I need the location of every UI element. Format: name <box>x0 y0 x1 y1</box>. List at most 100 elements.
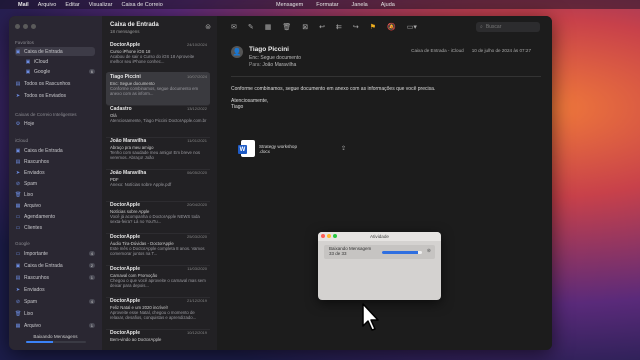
message-date: 25/03/2020 <box>186 234 207 239</box>
sidebar-item-icloud-rascunhos[interactable]: ▤ Rascunhos <box>15 157 95 166</box>
forward-icon[interactable]: ↪ <box>353 23 359 31</box>
list-item[interactable]: DoctorApple 20/04/2020 Notícias sobre Appl… <box>106 200 210 234</box>
junk-icon[interactable]: ⊠ <box>302 23 308 31</box>
minimize-window-button[interactable] <box>23 24 28 29</box>
message-preview: Tenho com saudade meu amigo! Em breve no… <box>110 150 201 160</box>
reply-all-icon[interactable]: ⇇ <box>336 23 342 31</box>
attachment[interactable]: W Strategy workshop .docx ⇪ <box>238 140 346 157</box>
spam-icon: ⊘ <box>15 180 21 187</box>
sidebar-item-hoje[interactable]: ⚙ Hoje <box>15 119 95 128</box>
archive-icon: ▦ <box>15 322 21 329</box>
menubar: Mail Arquivo Editar Visualizar Caixa de … <box>0 0 640 9</box>
zoom-window-button[interactable] <box>333 234 337 238</box>
move-folder-icon[interactable]: ▭▾ <box>407 23 417 31</box>
unread-count-badge: 4 <box>88 299 95 304</box>
unread-count-badge: 4 <box>88 251 95 256</box>
message-date: 06/05/2020 <box>186 170 207 175</box>
sidebar-item-icloud-clientes[interactable]: ▭ Clientes <box>15 223 95 232</box>
section-caixas-inteligentes: Caixas de Correio Inteligentes <box>15 112 77 117</box>
message-preview: Chegou o que você aproveite o carnaval m… <box>110 278 206 288</box>
list-item[interactable]: João Maravilha 06/05/2020 PDF Anexo: Notíci… <box>106 168 210 202</box>
message-date: 11/01/2021 <box>187 138 207 143</box>
menu-mensagem[interactable]: Mensagem <box>276 2 303 8</box>
message-preview: Atenciosamente, Tiago Piccini DoctorAppl… <box>110 118 207 123</box>
minimize-window-button[interactable] <box>327 234 331 238</box>
sidebar-item-google-importante[interactable]: ▭ Importante 4 <box>15 249 95 258</box>
archive-icon: ▦ <box>15 202 21 209</box>
flag-icon[interactable]: ⚑ <box>370 23 376 31</box>
sidebar-item-todos-rascunhos[interactable]: ▤ Todos os Rascunhos <box>15 79 95 88</box>
sidebar-item-google[interactable]: ▣ Google 6 <box>15 67 95 76</box>
activity-titlebar: Atividade <box>318 232 441 241</box>
recipient-name[interactable]: João Maravilha <box>262 62 296 68</box>
subject-text: Segue documento <box>260 55 301 61</box>
sidebar-item-icloud-spam[interactable]: ⊘ Spam <box>15 179 95 188</box>
attachment-name: Strategy workshop <box>259 143 298 149</box>
list-item[interactable]: DoctorApple 10/12/2019 Bem-vindo ao Doctor… <box>106 328 210 350</box>
trash-icon[interactable]: 🗑 <box>282 23 291 31</box>
compose-icon[interactable]: ✎ <box>248 23 254 31</box>
zoom-window-button[interactable] <box>31 24 36 29</box>
folder-icon: ▭ <box>15 250 21 257</box>
mailbox-header: Caixa de Entrada 18 mensagens <box>110 22 159 34</box>
message-list: Caixa de Entrada 18 mensagens ⊜ DoctorAp… <box>102 16 222 350</box>
sidebar-item-todos-enviados[interactable]: ➤ Todos os Enviados <box>15 91 95 100</box>
stop-icon[interactable]: ⊗ <box>427 248 431 254</box>
menu-janela[interactable]: Janela <box>352 2 368 8</box>
sidebar-item-google-rascunhos[interactable]: ▤ Rascunhos 1 <box>15 273 95 282</box>
list-item[interactable]: DoctorApple 24/10/2024 Curso iPhone iOS 18… <box>106 40 210 74</box>
sidebar-item-icloud-arquivo[interactable]: ▦ Arquivo <box>15 201 95 210</box>
list-item[interactable]: DoctorApple 11/03/2020 Carnaval com Promoç… <box>106 264 210 298</box>
message-preview: Acabou de sair o Curso do iOS 18 Aprovei… <box>110 54 195 64</box>
sidebar-item-icloud-agendamento[interactable]: ▭ Agendamento <box>15 212 95 221</box>
message-preview: Conforme combinamos, segue documento em … <box>110 86 199 96</box>
activity-progress-bar <box>382 251 422 254</box>
sidebar-item-icloud-lixo[interactable]: 🗑 Lixo <box>15 190 95 199</box>
window-controls <box>15 24 36 29</box>
to-line: Para: João Maravilha <box>249 62 297 68</box>
envelope-icon[interactable]: ✉ <box>231 23 237 31</box>
sidebar-item-icloud-enviados[interactable]: ➤ Enviados <box>15 168 95 177</box>
list-item[interactable]: DoctorApple 21/12/2019 Feliz Natal e um 20… <box>106 296 210 330</box>
list-item[interactable]: João Maravilha 11/01/2021 Abraço pra meu a… <box>106 136 210 170</box>
list-item[interactable]: DoctorApple 25/03/2020 Áudio Tira-Dúvidas … <box>106 232 210 266</box>
search-placeholder: Buscar <box>485 24 502 30</box>
sidebar-item-google-lixo[interactable]: 🗑 Lixo <box>15 309 95 318</box>
activity-title: Atividade <box>370 234 389 239</box>
list-item[interactable]: Cadastro 13/12/2022 Olá Atenciosamente, Tia… <box>106 104 210 138</box>
folder-icon: ▭ <box>15 224 21 231</box>
inbox-icon: ▣ <box>25 58 31 65</box>
menu-visualizar[interactable]: Visualizar <box>89 2 113 8</box>
mailbox-location: Caixa de Entrada - iCloud <box>411 48 464 53</box>
close-window-button[interactable] <box>15 24 20 29</box>
inbox-icon: ▣ <box>15 262 21 269</box>
sidebar-item-google-arquivo[interactable]: ▦ Arquivo 1 <box>15 321 95 330</box>
menu-formatar[interactable]: Formatar <box>316 2 338 8</box>
sidebar-item-google-caixa[interactable]: ▣ Caixa de Entrada 2 <box>15 261 95 270</box>
menu-editar[interactable]: Editar <box>65 2 79 8</box>
sidebar-item-icloud[interactable]: ▣ iCloud <box>15 57 95 66</box>
mute-bell-icon[interactable]: 🔕 <box>387 23 396 31</box>
search-field[interactable]: ⌕ Buscar <box>476 22 540 32</box>
menu-ajuda[interactable]: Ajuda <box>381 2 395 8</box>
sidebar-item-caixa-de-entrada[interactable]: ▣ Caixa de Entrada <box>15 47 95 56</box>
menu-app-mail[interactable]: Mail <box>18 2 29 8</box>
close-window-button[interactable] <box>321 234 325 238</box>
mail-window: Favoritos ▣ Caixa de Entrada ▣ iCloud ▣ Goo… <box>9 16 552 350</box>
message-date: 13/12/2022 <box>186 106 207 111</box>
filter-icon[interactable]: ⊜ <box>205 23 211 31</box>
menu-arquivo[interactable]: Arquivo <box>38 2 57 8</box>
inbox-icon: ▣ <box>25 68 31 75</box>
archive-icon[interactable]: ▦ <box>265 23 272 31</box>
sent-icon: ➤ <box>15 169 21 176</box>
menu-caixa-de-correio[interactable]: Caixa de Correio <box>121 2 162 8</box>
sidebar-item-google-enviados[interactable]: ➤ Enviados <box>15 285 95 294</box>
message-date: 10/12/2019 <box>186 330 207 335</box>
sidebar-item-google-spam[interactable]: ⊘ Spam 4 <box>15 297 95 306</box>
list-item[interactable]: Tiago Piccini 10/07/2024 Enc: Segue docume… <box>106 72 210 106</box>
attachment-share-icon[interactable]: ⇪ <box>341 145 346 152</box>
reply-icon[interactable]: ↩ <box>319 23 325 31</box>
header-divider <box>231 76 541 77</box>
unread-count-badge: 1 <box>88 323 95 328</box>
sidebar-item-icloud-caixa[interactable]: ▣ Caixa de Entrada <box>15 146 95 155</box>
